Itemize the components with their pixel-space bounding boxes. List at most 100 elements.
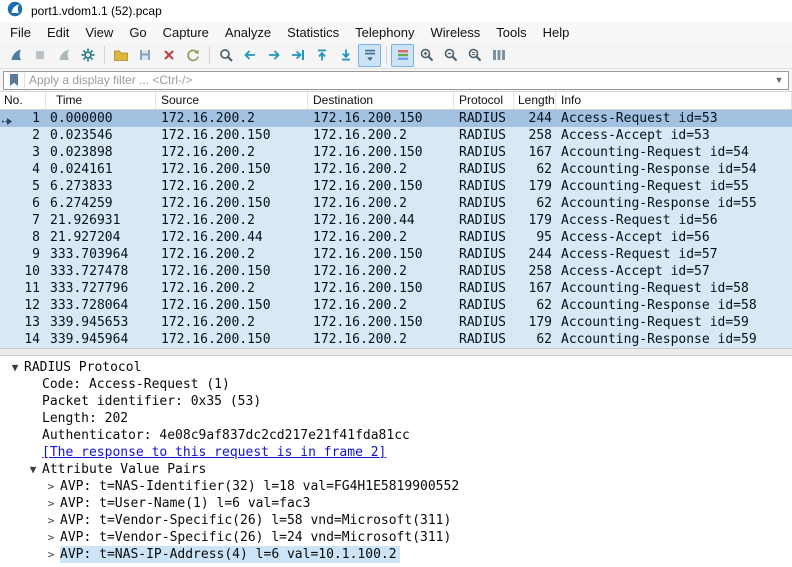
no-icon: [24, 444, 42, 461]
packet-row[interactable]: 14 339.945964 172.16.200.150 172.16.200.…: [0, 331, 792, 348]
packet-row[interactable]: 1 0.000000 172.16.200.2 172.16.200.150 R…: [0, 110, 792, 127]
column-header-info[interactable]: Info: [556, 92, 792, 109]
collapse-arrow-icon[interactable]: >: [42, 529, 60, 546]
cell-no: 6: [0, 195, 46, 212]
go-forward-icon[interactable]: [262, 44, 285, 67]
detail-tree-item[interactable]: > AVP: t=Vendor-Specific(26) l=24 vnd=Mi…: [0, 529, 792, 546]
packet-row[interactable]: 10 333.727478 172.16.200.150 172.16.200.…: [0, 263, 792, 280]
capture-restart-icon[interactable]: [52, 44, 75, 67]
go-back-icon[interactable]: [238, 44, 261, 67]
cell-time: 0.024161: [46, 161, 156, 178]
packet-row[interactable]: 8 21.927204 172.16.200.44 172.16.200.2 R…: [0, 229, 792, 246]
expand-arrow-icon[interactable]: ▼: [24, 461, 42, 478]
menu-file[interactable]: File: [2, 23, 39, 42]
packet-row[interactable]: 12 333.728064 172.16.200.150 172.16.200.…: [0, 297, 792, 314]
detail-tree-item[interactable]: Length: 202: [0, 410, 792, 427]
cell-info: Accounting-Response id=58: [556, 297, 792, 314]
packet-list-header: No. Time Source Destination Protocol Len…: [0, 92, 792, 110]
detail-tree-item[interactable]: > AVP: t=NAS-Identifier(32) l=18 val=FG4…: [0, 478, 792, 495]
link-text[interactable]: [The response to this request is in fram…: [42, 444, 386, 461]
detail-tree-item[interactable]: ▼ RADIUS Protocol: [0, 359, 792, 376]
cell-info: Accounting-Response id=54: [556, 161, 792, 178]
cell-destination: 172.16.200.150: [308, 314, 454, 331]
pane-splitter[interactable]: [0, 348, 792, 356]
cell-no: 3: [0, 144, 46, 161]
cell-time: 6.273833: [46, 178, 156, 195]
detail-tree-item[interactable]: ▼ Attribute Value Pairs: [0, 461, 792, 478]
zoom-original-icon[interactable]: [463, 44, 486, 67]
cell-destination: 172.16.200.150: [308, 280, 454, 297]
find-icon[interactable]: [214, 44, 237, 67]
packet-row[interactable]: 13 339.945653 172.16.200.2 172.16.200.15…: [0, 314, 792, 331]
response-frame-link[interactable]: [The response to this request is in fram…: [0, 444, 792, 461]
collapse-arrow-icon[interactable]: >: [42, 546, 60, 563]
cell-length: 62: [514, 331, 556, 348]
detail-tree-item[interactable]: Packet identifier: 0x35 (53): [0, 393, 792, 410]
go-last-packet-icon[interactable]: [334, 44, 357, 67]
filter-bookmark-icon[interactable]: [4, 72, 25, 89]
reload-icon[interactable]: [181, 44, 204, 67]
packet-row[interactable]: 9 333.703964 172.16.200.2 172.16.200.150…: [0, 246, 792, 263]
go-first-packet-icon[interactable]: [310, 44, 333, 67]
collapse-arrow-icon[interactable]: >: [42, 478, 60, 495]
go-to-packet-icon[interactable]: [286, 44, 309, 67]
packet-row[interactable]: 3 0.023898 172.16.200.2 172.16.200.150 R…: [0, 144, 792, 161]
cell-protocol: RADIUS: [454, 178, 514, 195]
column-header-destination[interactable]: Destination: [308, 92, 454, 109]
cell-info: Access-Request id=57: [556, 246, 792, 263]
auto-scroll-icon[interactable]: [358, 44, 381, 67]
column-header-length[interactable]: Length: [514, 92, 556, 109]
menu-analyze[interactable]: Analyze: [217, 23, 279, 42]
menu-edit[interactable]: Edit: [39, 23, 77, 42]
cell-destination: 172.16.200.2: [308, 195, 454, 212]
detail-tree-item[interactable]: > AVP: t=NAS-IP-Address(4) l=6 val=10.1.…: [0, 546, 792, 563]
packet-row[interactable]: 7 21.926931 172.16.200.2 172.16.200.44 R…: [0, 212, 792, 229]
cell-time: 6.274259: [46, 195, 156, 212]
zoom-out-icon[interactable]: [439, 44, 462, 67]
detail-tree-item[interactable]: > AVP: t=Vendor-Specific(26) l=58 vnd=Mi…: [0, 512, 792, 529]
column-header-source[interactable]: Source: [156, 92, 308, 109]
resize-columns-icon[interactable]: [487, 44, 510, 67]
colorize-packets-icon[interactable]: [391, 44, 414, 67]
menu-help[interactable]: Help: [535, 23, 578, 42]
expand-arrow-icon[interactable]: ▼: [6, 359, 24, 376]
cell-destination: 172.16.200.2: [308, 161, 454, 178]
packet-row[interactable]: 6 6.274259 172.16.200.150 172.16.200.2 R…: [0, 195, 792, 212]
cell-info: Accounting-Request id=55: [556, 178, 792, 195]
menu-statistics[interactable]: Statistics: [279, 23, 347, 42]
capture-stop-icon[interactable]: [28, 44, 51, 67]
capture-options-icon[interactable]: [76, 44, 99, 67]
cell-source: 172.16.200.150: [156, 297, 308, 314]
menu-tools[interactable]: Tools: [488, 23, 534, 42]
menu-telephony[interactable]: Telephony: [347, 23, 422, 42]
collapse-arrow-icon[interactable]: >: [42, 495, 60, 512]
detail-tree-item[interactable]: > AVP: t=User-Name(1) l=6 val=fac3: [0, 495, 792, 512]
collapse-arrow-icon[interactable]: >: [42, 512, 60, 529]
filter-dropdown-icon[interactable]: ▼: [770, 75, 788, 85]
packet-row[interactable]: 4 0.024161 172.16.200.150 172.16.200.2 R…: [0, 161, 792, 178]
file-open-icon[interactable]: [109, 44, 132, 67]
cell-source: 172.16.200.150: [156, 331, 308, 348]
column-header-protocol[interactable]: Protocol: [454, 92, 514, 109]
menu-view[interactable]: View: [77, 23, 121, 42]
detail-tree-item[interactable]: Authenticator: 4e08c9af837dc2cd217e21f41…: [0, 427, 792, 444]
menu-go[interactable]: Go: [121, 23, 154, 42]
file-close-icon[interactable]: [157, 44, 180, 67]
packet-row[interactable]: 11 333.727796 172.16.200.2 172.16.200.15…: [0, 280, 792, 297]
display-filter-input[interactable]: [25, 73, 770, 87]
detail-tree-item[interactable]: Code: Access-Request (1): [0, 376, 792, 393]
cell-source: 172.16.200.2: [156, 314, 308, 331]
zoom-in-icon[interactable]: [415, 44, 438, 67]
packet-row[interactable]: 2 0.023546 172.16.200.150 172.16.200.2 R…: [0, 127, 792, 144]
menu-bar: File Edit View Go Capture Analyze Statis…: [0, 22, 792, 42]
column-header-time[interactable]: Time: [46, 92, 156, 109]
menu-wireless[interactable]: Wireless: [422, 23, 488, 42]
capture-start-icon[interactable]: [4, 44, 27, 67]
file-save-icon[interactable]: [133, 44, 156, 67]
menu-capture[interactable]: Capture: [155, 23, 217, 42]
packet-row[interactable]: 5 6.273833 172.16.200.2 172.16.200.150 R…: [0, 178, 792, 195]
detail-text: AVP: t=NAS-Identifier(32) l=18 val=FG4H1…: [60, 478, 459, 495]
cell-protocol: RADIUS: [454, 263, 514, 280]
column-header-no[interactable]: No.: [0, 92, 46, 109]
cell-destination: 172.16.200.2: [308, 127, 454, 144]
